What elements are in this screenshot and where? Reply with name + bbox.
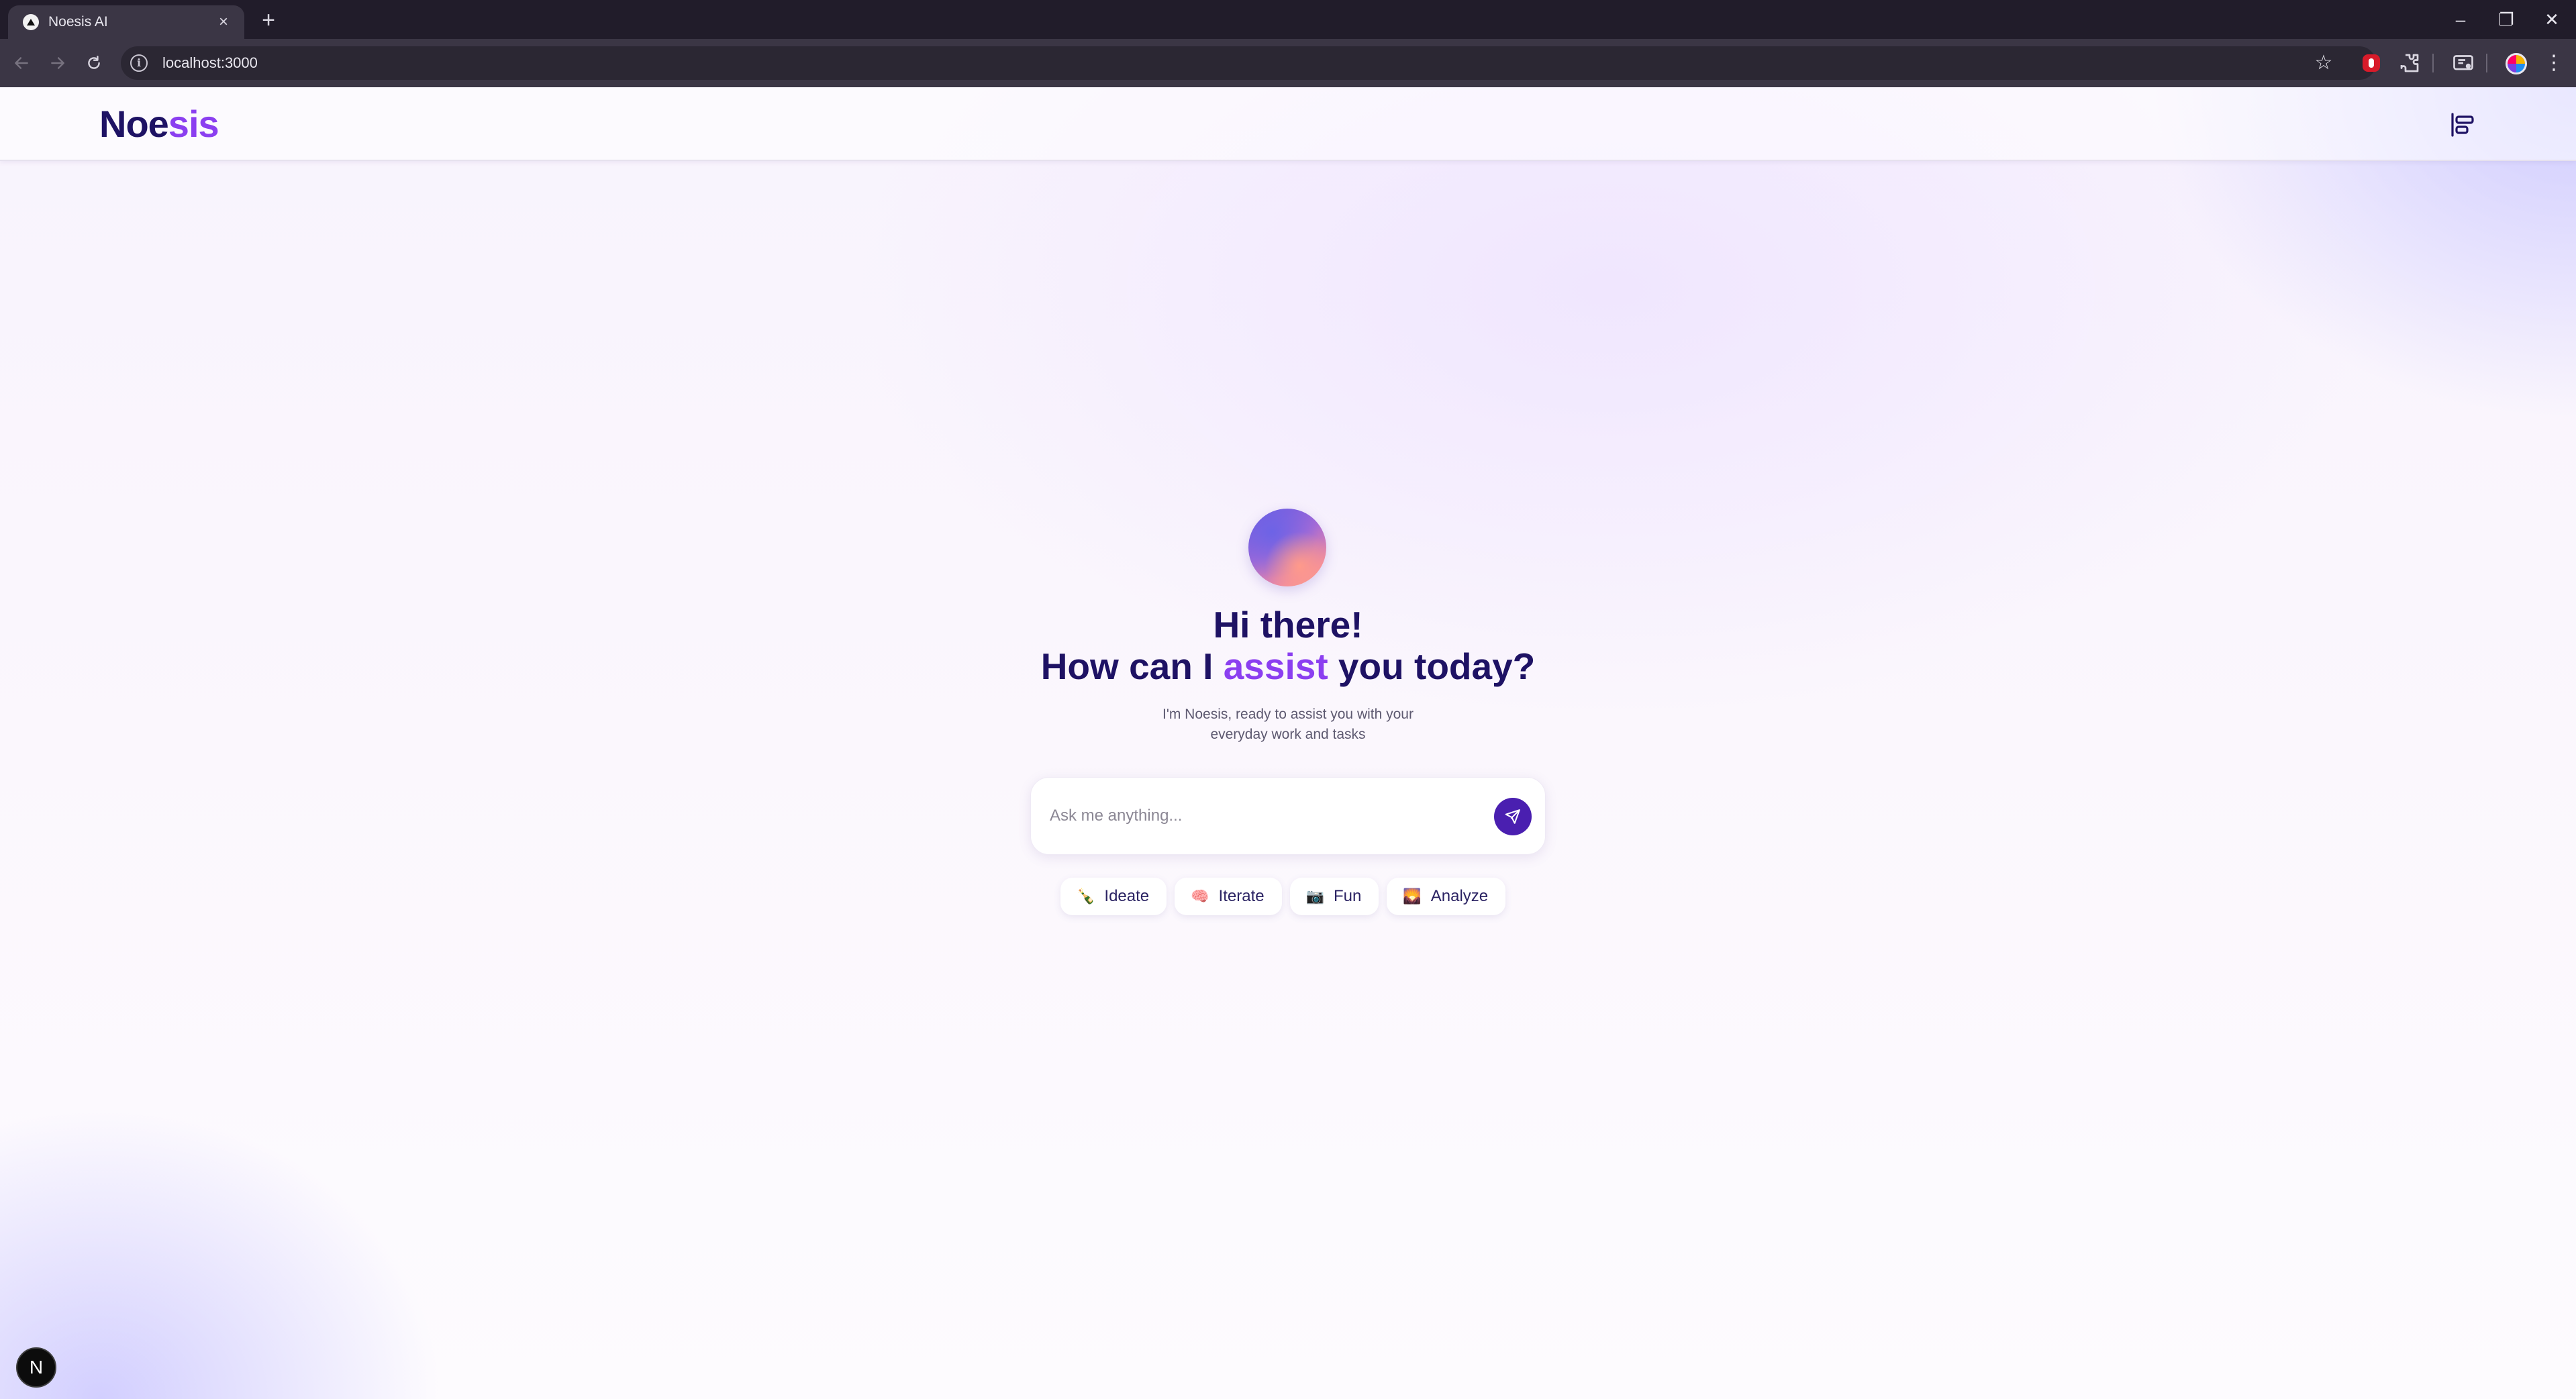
assistant-orb	[1248, 509, 1326, 586]
align-left-icon[interactable]	[2450, 111, 2477, 138]
brand-logo[interactable]: Noesis	[99, 102, 219, 146]
chip-fun[interactable]: 📷 Fun	[1289, 878, 1379, 915]
chip-label: Iterate	[1218, 887, 1265, 905]
info-icon[interactable]: i	[130, 54, 148, 72]
forward-icon[interactable]	[44, 50, 71, 76]
extension-icon[interactable]	[2363, 54, 2380, 72]
question-prefix: How can I	[1040, 645, 1224, 687]
url-text: localhost:3000	[162, 54, 258, 71]
sunrise-icon: 🌄	[1403, 888, 1422, 905]
camera-icon: 📷	[1305, 888, 1324, 905]
hero-headline: Hi there! How can I assist you today?	[940, 604, 1636, 687]
brand-text-part2: sis	[168, 103, 219, 145]
send-button[interactable]	[1494, 798, 1532, 835]
send-icon	[1505, 809, 1520, 824]
address-bar[interactable]: i localhost:3000	[121, 46, 2376, 80]
chip-label: Fun	[1334, 887, 1362, 905]
extensions-puzzle-icon[interactable]	[2397, 51, 2422, 75]
new-tab-button[interactable]: +	[255, 7, 282, 34]
browser-menu-icon[interactable]: ⋮	[2544, 50, 2564, 76]
bottle-icon: 🍾	[1077, 888, 1095, 905]
chat-composer	[1030, 777, 1546, 855]
chat-input[interactable]	[1048, 799, 1478, 833]
toolbar-divider	[2486, 54, 2487, 72]
suggestion-chips: 🍾 Ideate 🧠 Iterate 📷 Fun 🌄 Analyze	[1060, 878, 1506, 915]
chip-label: Ideate	[1104, 887, 1150, 905]
brain-icon: 🧠	[1191, 888, 1209, 905]
greeting-text: Hi there!	[1213, 604, 1363, 645]
bookmark-star-icon[interactable]: ☆	[2310, 50, 2337, 76]
chip-analyze[interactable]: 🌄 Analyze	[1387, 878, 1506, 915]
question-suffix: you today?	[1328, 645, 1536, 687]
restore-icon[interactable]: ❐	[2483, 0, 2529, 39]
page-viewport: Noesis Hi there! How can I assist you to…	[0, 87, 2576, 1399]
question-accent: assist	[1223, 645, 1328, 687]
chip-label: Analyze	[1430, 887, 1489, 905]
brand-text-part1: Noe	[99, 103, 169, 145]
triangle-icon	[23, 14, 39, 30]
reload-icon[interactable]	[81, 50, 107, 76]
window-close-icon[interactable]: ✕	[2529, 0, 2575, 39]
minimize-icon[interactable]: –	[2438, 0, 2483, 39]
browser-tab-bar: Noesis AI × + – ❐ ✕	[0, 0, 2576, 39]
subtitle-line-2: everyday work and tasks	[1210, 727, 1366, 742]
toolbar-divider	[2432, 54, 2434, 72]
back-icon[interactable]	[8, 50, 35, 76]
browser-toolbar: i localhost:3000 ☆ ⋮	[0, 39, 2576, 87]
profile-avatar[interactable]	[2506, 53, 2527, 74]
browser-tab[interactable]: Noesis AI ×	[8, 5, 244, 39]
subtitle-line-1: I'm Noesis, ready to assist you with you…	[1162, 707, 1414, 722]
question-text: How can I assist you today?	[940, 645, 1636, 687]
media-control-icon[interactable]	[2451, 51, 2475, 75]
close-icon[interactable]: ×	[213, 13, 234, 32]
app-header: Noesis	[0, 87, 2576, 161]
tab-title: Noesis AI	[48, 14, 108, 30]
chip-iterate[interactable]: 🧠 Iterate	[1175, 878, 1282, 915]
dev-tools-badge[interactable]: N	[16, 1347, 56, 1388]
hero-subtitle: I'm Noesis, ready to assist you with you…	[1087, 705, 1489, 745]
chip-ideate[interactable]: 🍾 Ideate	[1060, 878, 1167, 915]
